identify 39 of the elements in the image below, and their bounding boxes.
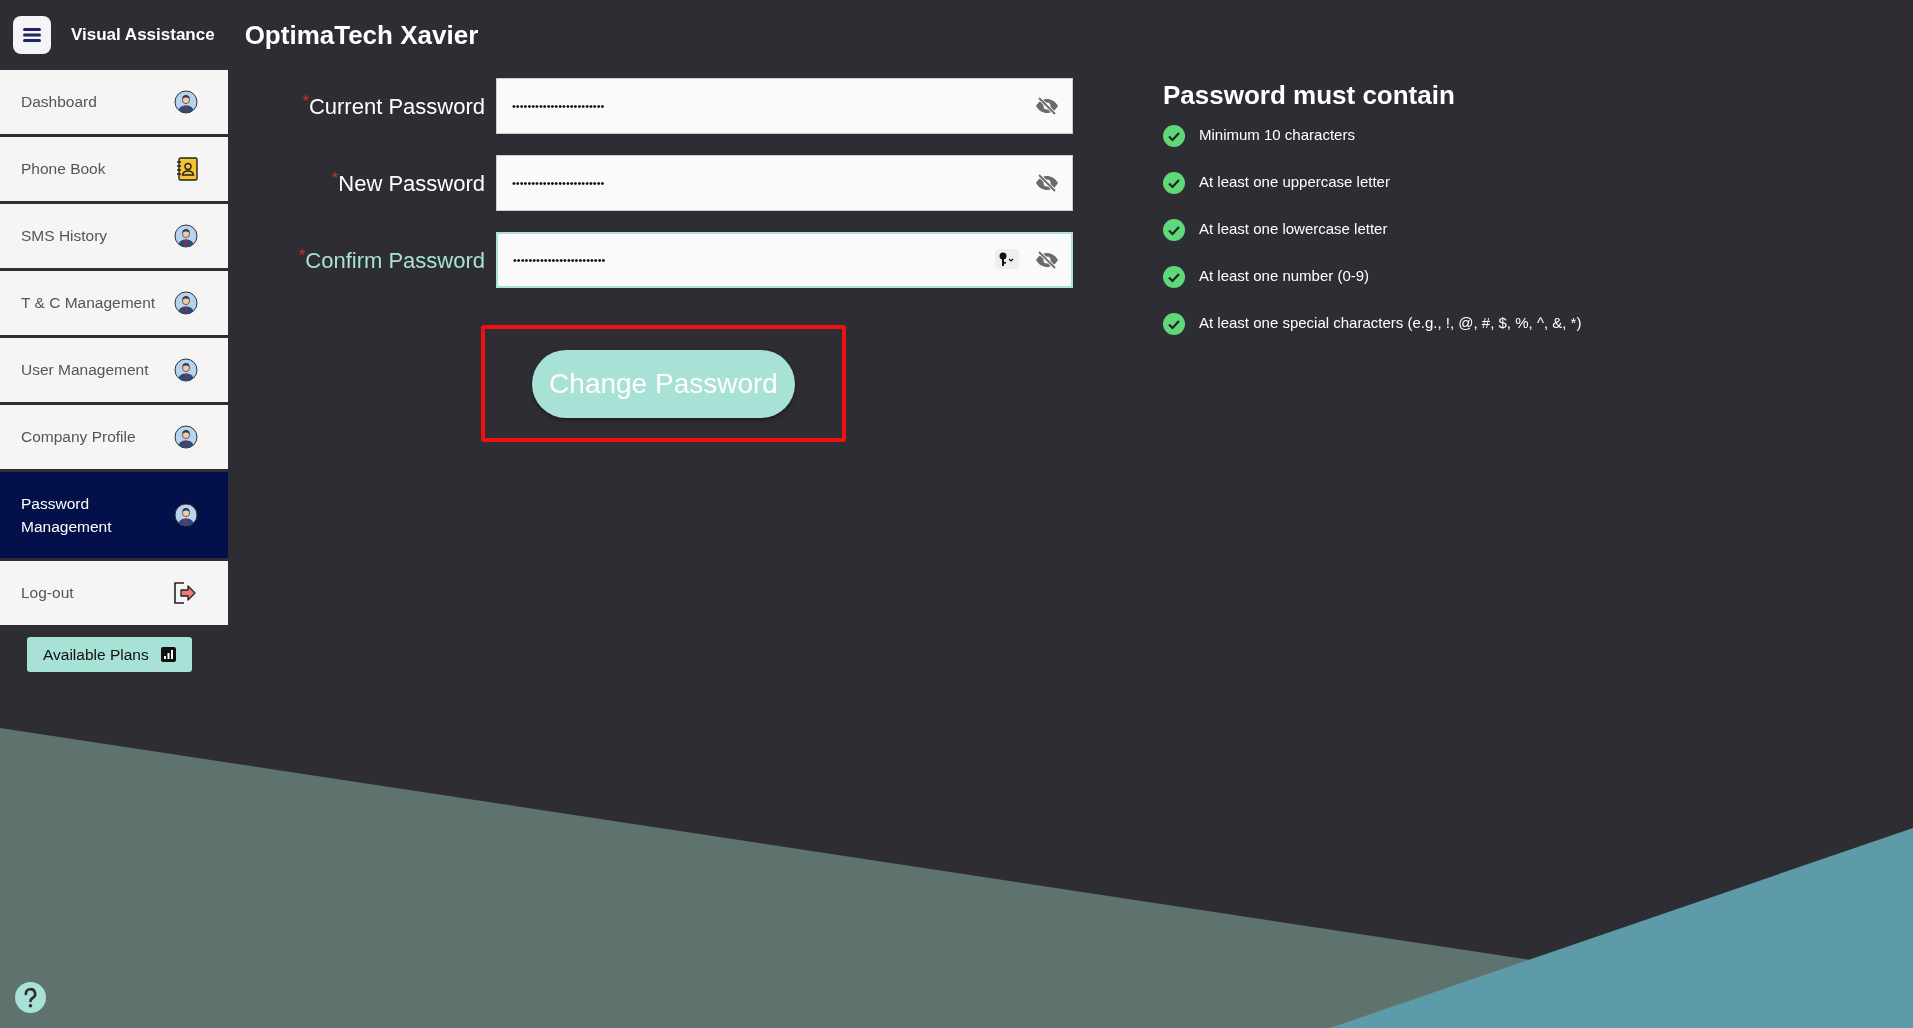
- menu-icon[interactable]: [23, 27, 41, 43]
- menu-button[interactable]: [13, 16, 51, 54]
- available-plans-button[interactable]: Available Plans: [27, 637, 192, 673]
- requirement-text: At least one special characters (e.g., !, @, #, $, %, ^, &, *): [1199, 313, 1582, 334]
- logout-icon: [172, 581, 198, 605]
- sidebar-item[interactable]: T & C Management: [0, 271, 228, 335]
- sidebar-item[interactable]: Company Profile: [0, 405, 228, 469]
- help-icon[interactable]: [14, 981, 47, 1014]
- sidebar-item[interactable]: Log-out: [0, 561, 228, 625]
- password-field[interactable]: ••••••••••••••••••••••••: [496, 155, 1073, 211]
- eye-slash-icon[interactable]: [1035, 250, 1059, 270]
- requirement-text: At least one uppercase letter: [1199, 172, 1390, 193]
- app-name: Visual Assistance: [71, 24, 215, 47]
- requirement-text: Minimum 10 characters: [1199, 125, 1355, 146]
- sidebar-item[interactable]: Password Management: [0, 472, 228, 558]
- contact-book-icon: [176, 157, 198, 181]
- field-label: *Current Password: [301, 91, 485, 121]
- avatar-icon: [174, 358, 198, 382]
- bar-chart-icon: [160, 647, 176, 663]
- key-icon[interactable]: [995, 249, 1019, 269]
- sidebar-item[interactable]: Dashboard: [0, 70, 228, 134]
- password-field[interactable]: ••••••••••••••••••••••••: [496, 78, 1073, 134]
- requirements-heading: Password must contain: [1163, 79, 1456, 112]
- avatar-icon: [174, 291, 198, 315]
- avatar-icon: [174, 503, 198, 527]
- company-name: OptimaTech Xavier: [244, 18, 479, 52]
- sidebar-item[interactable]: Phone Book: [0, 137, 228, 201]
- requirement-text: At least one lowercase letter: [1199, 219, 1388, 240]
- eye-slash-icon[interactable]: [1035, 96, 1059, 116]
- avatar-icon: [174, 90, 198, 114]
- sidebar-item[interactable]: User Management: [0, 338, 228, 402]
- avatar-icon: [174, 224, 198, 248]
- password-field[interactable]: ••••••••••••••••••••••••: [496, 232, 1073, 288]
- avatar-icon: [174, 425, 198, 449]
- eye-slash-icon[interactable]: [1035, 173, 1059, 193]
- requirement-text: At least one number (0-9): [1199, 266, 1370, 287]
- field-label: *New Password: [331, 168, 485, 198]
- sidebar-item[interactable]: SMS History: [0, 204, 228, 268]
- field-label: *Confirm Password: [298, 245, 485, 275]
